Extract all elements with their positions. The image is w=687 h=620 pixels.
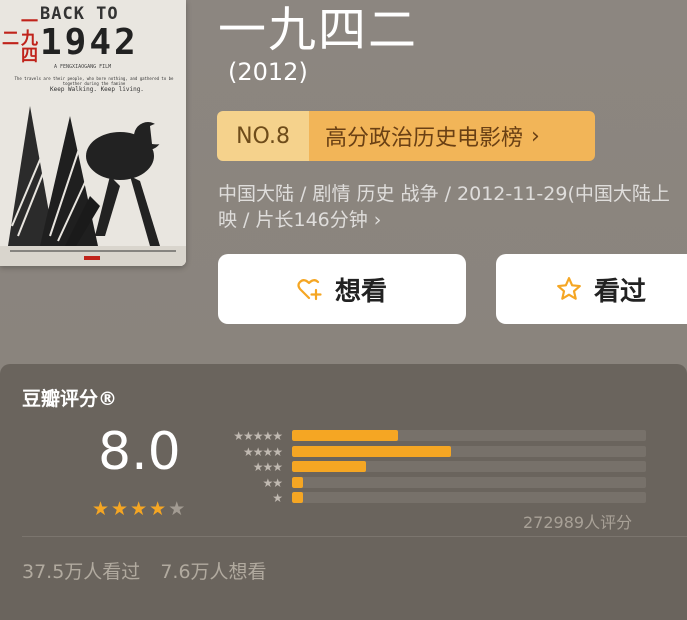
- poster-tagline: Keep Walking. Keep living.: [50, 86, 144, 93]
- poster-back-to: BACK TO: [40, 4, 119, 24]
- poster-red-title: 一九四二: [0, 11, 37, 63]
- distribution-stars-label: ★★: [262, 475, 283, 490]
- rating-count: 272989人评分: [523, 513, 633, 532]
- movie-title: 一九四二: [218, 2, 419, 58]
- distribution-bar-fill: [292, 461, 367, 472]
- distribution-bar-track: [292, 492, 646, 503]
- distribution-bar-fill: [292, 445, 452, 457]
- rank-list-label: 高分政治历史电影榜: [325, 126, 524, 151]
- distribution-bar-track: [292, 430, 646, 441]
- movie-poster[interactable]: 一九四二 BACK TO 1942 A FENGXIAOGANG FILM Th…: [0, 0, 186, 266]
- distribution-bar-track: [292, 461, 646, 472]
- distribution-stars-label: ★★★★★: [233, 429, 283, 443]
- rank-list-link[interactable]: 高分政治历史电影榜 ›: [309, 111, 595, 161]
- star-outline-icon: [556, 276, 582, 302]
- rating-stars: ★ ★ ★ ★ ★: [92, 500, 185, 519]
- movie-year: (2012): [228, 58, 308, 86]
- rating-score: 8.0: [98, 422, 181, 482]
- poster-locust-illustration: [0, 96, 186, 266]
- want-count: 7.6万人想看: [160, 561, 267, 583]
- distribution-stars-label: ★: [272, 491, 283, 505]
- heart-plus-icon: [297, 277, 323, 301]
- movie-meta-info[interactable]: 中国大陆 / 剧情 历史 战争 / 2012-11-29(中国大陆上 映 / 片…: [218, 181, 687, 233]
- poster-subline: A FENGXIAOGANG FILM: [54, 64, 112, 70]
- watch-stats: 37.5万人看过 7.6万人想看: [22, 557, 267, 584]
- star-icon: ★: [130, 498, 148, 520]
- star-icon: ★: [168, 498, 186, 520]
- divider: [22, 536, 687, 537]
- want-to-watch-button[interactable]: 想看: [218, 254, 466, 324]
- rating-panel[interactable]: 豆瓣评分® 8.0 ★ ★ ★ ★ ★ ★★★★★ ★★★★ ★★★ ★★ ★ 272989人评…: [0, 364, 687, 620]
- watched-button[interactable]: 看过: [496, 254, 687, 324]
- poster-year: 1942: [40, 22, 139, 63]
- rank-number: NO.8: [217, 111, 309, 161]
- ranking-badge[interactable]: NO.8 高分政治历史电影榜 ›: [217, 111, 595, 161]
- distribution-bar-track: [292, 476, 646, 488]
- distribution-stars-label: ★★★★: [242, 444, 283, 459]
- distribution-bar-fill: [292, 492, 303, 503]
- want-to-watch-label: 想看: [334, 276, 387, 307]
- star-icon: ★: [92, 498, 110, 520]
- star-icon: ★: [111, 498, 129, 520]
- distribution-bar-track: [292, 445, 646, 457]
- distribution-stars-label: ★★★: [252, 460, 283, 474]
- star-icon: ★: [149, 498, 167, 520]
- seen-count: 37.5万人看过: [22, 561, 141, 583]
- poster-small-text: The travels are their people, who bore n…: [14, 76, 174, 86]
- rating-title: 豆瓣评分®: [22, 388, 118, 410]
- distribution-bar-fill: [292, 476, 303, 488]
- chevron-right-icon: ›: [531, 123, 540, 149]
- watched-label: 看过: [593, 276, 646, 307]
- distribution-bar-fill: [292, 430, 399, 441]
